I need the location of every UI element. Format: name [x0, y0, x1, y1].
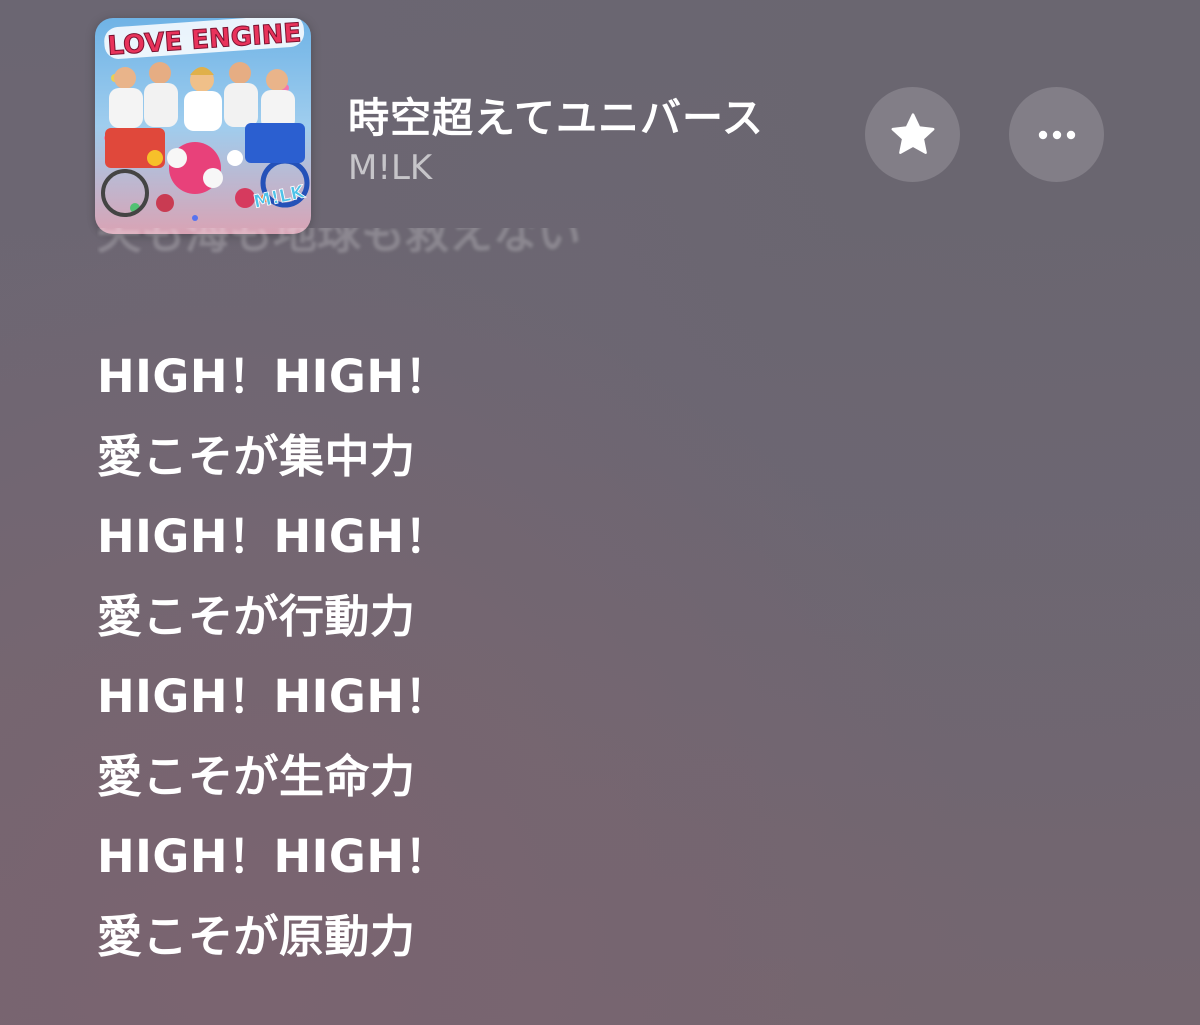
lyric-line[interactable]: HIGH！HIGH！	[97, 825, 797, 905]
lyric-line[interactable]: HIGH！HIGH！	[97, 665, 797, 745]
ellipsis-icon	[1038, 130, 1075, 139]
lyric-line[interactable]: HIGH！HIGH！	[97, 345, 797, 425]
lyric-line[interactable]: HIGH！HIGH！	[97, 505, 797, 585]
previous-lyric-text: 失も海も地球も救えない	[97, 228, 581, 259]
lyric-line[interactable]: 愛こそが生命力	[97, 745, 797, 825]
lyrics-panel: HIGH！HIGH！ 愛こそが集中力 HIGH！HIGH！ 愛こそが行動力 HI…	[97, 345, 797, 985]
star-icon	[891, 112, 934, 154]
now-playing-header: LOVE ENGINE M!LK 時空超えてユニバース M!LK	[0, 0, 1200, 240]
more-options-button[interactable]	[1009, 87, 1104, 182]
album-art[interactable]: LOVE ENGINE M!LK	[95, 18, 311, 234]
previous-lyric-line[interactable]: 失も海も地球も救えない	[97, 228, 737, 260]
lyric-line[interactable]: 愛こそが原動力	[97, 905, 797, 985]
lyric-line[interactable]: 愛こそが行動力	[97, 585, 797, 665]
song-title: 時空超えてユニバース	[348, 94, 764, 142]
favorite-button[interactable]	[865, 87, 960, 182]
artist-name[interactable]: M!LK	[348, 148, 432, 188]
lyric-line[interactable]: 愛こそが集中力	[97, 425, 797, 505]
